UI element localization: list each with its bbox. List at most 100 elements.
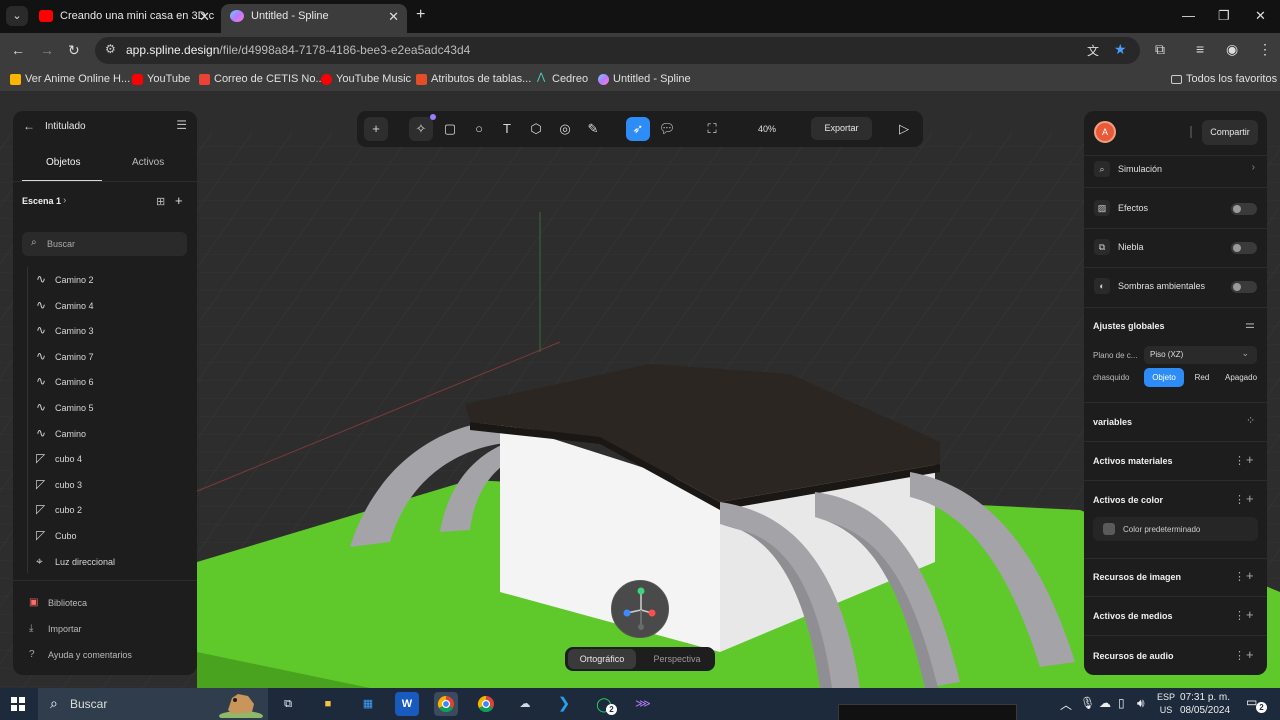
bookmark-item[interactable]: Correo de CETIS No...	[199, 73, 325, 85]
plane-select[interactable]: Piso (XZ) ⌄	[1144, 346, 1257, 364]
object-list-item[interactable]: ∿ Camino 7	[13, 344, 197, 369]
perspective-button[interactable]: Perspectiva	[642, 649, 712, 669]
add-icon[interactable]: +	[1246, 491, 1254, 506]
profile-icon[interactable]: ◉	[1226, 41, 1238, 58]
play-icon[interactable]: ▷	[892, 117, 916, 141]
settings-sliders-icon[interactable]: ⚌	[1245, 318, 1255, 331]
more-icon[interactable]: ⋮	[1234, 570, 1245, 583]
object-list-item[interactable]: ∿ Camino 4	[13, 293, 197, 318]
language-indicator[interactable]: ESP US	[1157, 691, 1175, 717]
add-icon[interactable]: +	[1246, 607, 1254, 622]
windows-start-icon[interactable]	[11, 697, 25, 711]
zoom-level[interactable]: 40%	[758, 124, 776, 134]
extensions-icon[interactable]: ⧉	[1155, 41, 1165, 58]
new-tab-icon[interactable]: +	[416, 6, 425, 24]
bookmark-item[interactable]: Untitled - Spline	[598, 73, 691, 85]
more-icon[interactable]: ⋮	[1234, 609, 1245, 622]
pen-tool-icon[interactable]: ✎	[581, 117, 605, 141]
forward-icon[interactable]: →	[40, 42, 54, 58]
object-list-item[interactable]: ◸ cubo 3	[13, 472, 197, 497]
battery-icon[interactable]: ▯	[1118, 696, 1125, 710]
app-icon[interactable]: ☁	[513, 692, 537, 716]
word-icon[interactable]: W	[395, 692, 419, 716]
ambient-shadows-toggle[interactable]	[1231, 281, 1257, 293]
object-list-item[interactable]: ⌖ Luz direccional	[13, 549, 197, 574]
restore-icon[interactable]: ❐	[1218, 8, 1230, 24]
object-list-item[interactable]: ∿ Camino 5	[13, 395, 197, 420]
frame-icon[interactable]: ⛶	[700, 117, 724, 141]
task-view-icon[interactable]: ⧉	[276, 692, 300, 716]
cube-tool-icon[interactable]: ⬡	[524, 117, 548, 141]
minimize-icon[interactable]: —	[1182, 8, 1195, 23]
object-list-item[interactable]: ∿ Camino 2	[13, 267, 197, 292]
add-scene-icon[interactable]: +	[175, 193, 183, 208]
spline-app-icon[interactable]: ⋙	[631, 692, 655, 716]
text-tool-icon[interactable]: T	[495, 117, 519, 141]
microphone-icon[interactable]: 🎙︎	[1080, 696, 1095, 710]
snap-option-object[interactable]: Objeto	[1144, 368, 1184, 387]
back-arrow-icon[interactable]: ←	[23, 119, 35, 133]
media-icon[interactable]: ≡	[1196, 41, 1204, 57]
show-hidden-icons[interactable]: ︿	[1060, 696, 1072, 713]
ellipse-tool-icon[interactable]: ○	[467, 117, 491, 141]
all-bookmarks[interactable]: Todos los favoritos	[1171, 73, 1277, 85]
add-icon[interactable]: +	[1246, 568, 1254, 583]
grid-view-icon[interactable]: ⊞	[156, 195, 165, 208]
library-link[interactable]: ▣ Biblioteca	[29, 597, 87, 608]
whatsapp-icon[interactable]: ◯ 2	[592, 692, 617, 716]
avatar[interactable]: A	[1094, 121, 1116, 143]
comment-tool-icon[interactable]: 💬︎	[655, 117, 679, 141]
object-list-item[interactable]: ◸ Cubo	[13, 523, 197, 548]
scene-name[interactable]: Escena 1	[22, 196, 61, 206]
tab-objects[interactable]: Objetos	[46, 157, 80, 168]
fog-toggle[interactable]	[1231, 242, 1257, 254]
back-icon[interactable]: ←	[11, 42, 25, 58]
export-button[interactable]: Exportar	[811, 117, 872, 140]
object-list-item[interactable]: ◸ cubo 4	[13, 446, 197, 471]
volume-icon[interactable]: 🔊︎	[1137, 696, 1145, 711]
close-tab-icon[interactable]: ✕	[199, 4, 210, 29]
url-input[interactable]: ⚙ app.spline.design/file/d4998a84-7178-4…	[95, 37, 1140, 64]
object-list-item[interactable]: ∿ Camino	[13, 421, 197, 446]
close-tab-icon[interactable]: ✕	[388, 4, 399, 29]
chevron-right-icon[interactable]: ›	[63, 195, 66, 206]
store-icon[interactable]: ▦	[356, 692, 380, 716]
browser-menu-icon[interactable]: ⋮	[1258, 41, 1272, 58]
chrome-icon[interactable]	[434, 692, 458, 716]
import-link[interactable]: ⤓ Importar	[29, 623, 82, 634]
bookmark-item[interactable]: ⋀ Cedreo	[537, 72, 588, 85]
notifications-icon[interactable]: ▭ 2	[1246, 695, 1267, 713]
share-button[interactable]: Compartir	[1202, 120, 1258, 145]
bookmark-item[interactable]: Atributos de tablas...	[416, 73, 531, 85]
snap-option-grid[interactable]: Red	[1188, 368, 1216, 387]
bookmark-item[interactable]: Ver Anime Online H...	[10, 73, 130, 85]
vscode-icon[interactable]: ❯	[552, 692, 576, 716]
default-color-item[interactable]: Color predeterminado	[1093, 517, 1258, 541]
orientation-gizmo[interactable]	[611, 580, 669, 638]
file-title[interactable]: Intitulado	[45, 121, 86, 132]
more-icon[interactable]: ⋮	[1234, 493, 1245, 506]
hamburger-menu-icon[interactable]: ☰	[176, 118, 187, 132]
clock[interactable]: 07:31 p. m. 08/05/2024	[1180, 691, 1230, 717]
more-icon[interactable]: ⋮	[1234, 454, 1245, 467]
ai-icon[interactable]: ✧	[409, 117, 433, 141]
browser-tab-youtube[interactable]: Creando una mini casa en 3D c ✕	[30, 4, 218, 33]
close-window-icon[interactable]: ✕	[1255, 8, 1266, 24]
tab-assets[interactable]: Activos	[132, 157, 164, 168]
file-explorer-icon[interactable]: ■	[316, 692, 340, 716]
add-icon[interactable]: +	[1246, 452, 1254, 467]
tab-search-button[interactable]: ⌄	[6, 6, 28, 26]
taskbar-search[interactable]: ⌕ Buscar	[38, 688, 268, 720]
translate-icon[interactable]: 文	[1087, 42, 1099, 59]
snap-option-off[interactable]: Apagado	[1220, 368, 1262, 387]
add-icon[interactable]: +	[1246, 647, 1254, 662]
add-object-button[interactable]: +	[364, 117, 388, 141]
simulation-row[interactable]: ⌕ Simulación ›	[1084, 154, 1267, 184]
browser-tab-spline[interactable]: Untitled - Spline ✕	[221, 4, 407, 33]
bookmark-item[interactable]: YouTube Music	[321, 73, 411, 85]
object-list-item[interactable]: ∿ Camino 6	[13, 369, 197, 394]
object-list-item[interactable]: ◸ cubo 2	[13, 497, 197, 522]
object-list-item[interactable]: ∿ Camino 3	[13, 318, 197, 343]
sphere-tool-icon[interactable]: ◎	[553, 117, 577, 141]
search-input[interactable]: ⌕ Buscar	[22, 232, 187, 256]
